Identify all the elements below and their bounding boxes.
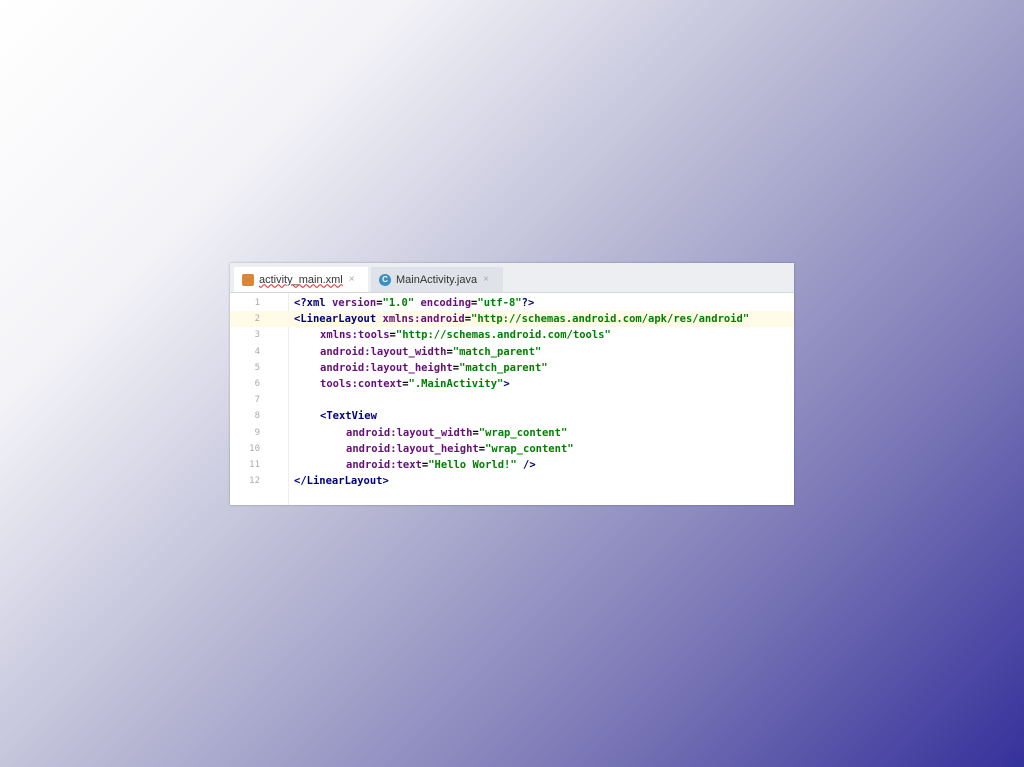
code-token: version	[331, 297, 377, 309]
line-number: 5	[254, 362, 260, 373]
code-area[interactable]: 1 <?xml version="1.0" encoding="utf-8"?> 2…	[230, 295, 794, 489]
code-token: xmlns:tools	[320, 329, 390, 342]
line-number: 4	[254, 346, 260, 357]
xml-file-icon	[242, 273, 254, 286]
code-token: "utf-8"	[477, 297, 522, 309]
editor-tab-bar: activity_main.xml × C MainActivity.java …	[230, 263, 794, 293]
code-editor-screenshot: activity_main.xml × C MainActivity.java …	[230, 263, 794, 505]
code-text: xmlns:tools="http://schemas.android.com/…	[320, 327, 611, 343]
code-token: android:layout_height	[346, 442, 479, 455]
code-text: <TextView	[320, 408, 377, 424]
close-icon[interactable]: ×	[349, 274, 355, 285]
code-text: <LinearLayout xmlns:android="http://sche…	[294, 311, 749, 327]
code-token: android:layout_width	[320, 345, 447, 358]
code-token: ".MainActivity"	[408, 377, 504, 390]
code-text: android:layout_width="match_parent"	[320, 344, 541, 360]
code-token: "match_parent"	[452, 345, 542, 358]
code-token: ?>	[521, 297, 535, 309]
code-line: 9 android:layout_width="wrap_content"	[230, 425, 794, 441]
code-token: <?xml	[294, 297, 332, 309]
code-line: 7	[230, 392, 794, 408]
code-token: android:layout_width	[346, 426, 473, 439]
code-token: >	[503, 377, 510, 390]
code-token: "wrap_content"	[485, 442, 574, 455]
code-line: 5 android:layout_height="match_parent"	[230, 360, 794, 376]
line-number: 2	[254, 314, 260, 325]
code-token: encoding	[420, 297, 472, 309]
line-number: 6	[254, 378, 260, 389]
tab-main-activity-java[interactable]: C MainActivity.java ×	[371, 267, 503, 292]
code-token: <LinearLayout	[294, 313, 383, 326]
code-token: xmlns:android	[382, 313, 465, 326]
code-text: android:text="Hello World!" />	[346, 457, 536, 473]
code-line: 4 android:layout_width="match_parent"	[230, 344, 794, 360]
code-token: "match_parent"	[459, 361, 548, 374]
line-number: 11	[249, 459, 260, 470]
code-token: "http://schemas.android.com/apk/res/andr…	[471, 313, 750, 326]
code-text: </LinearLayout>	[294, 473, 389, 489]
code-line: 2 <LinearLayout xmlns:android="http://sch…	[230, 311, 794, 328]
code-token: "1.0"	[382, 297, 421, 309]
line-number: 7	[254, 395, 260, 406]
line-number: 9	[254, 427, 260, 438]
line-number: 1	[254, 298, 260, 308]
code-line: 8 <TextView	[230, 408, 794, 424]
code-token: tools:context	[320, 377, 403, 390]
code-text: android:layout_width="wrap_content"	[346, 425, 567, 441]
line-number: 10	[249, 443, 260, 454]
code-token: android:layout_height	[320, 361, 453, 374]
code-text: <?xml version="1.0" encoding="utf-8"?>	[294, 295, 534, 311]
code-line: 6 tools:context=".MainActivity">	[230, 376, 794, 392]
tab-activity-main-xml[interactable]: activity_main.xml ×	[234, 267, 368, 292]
code-token: />	[516, 458, 536, 471]
code-token: "Hello World!"	[428, 458, 517, 471]
code-text: android:layout_height="wrap_content"	[346, 441, 574, 457]
code-text: android:layout_height="match_parent"	[320, 360, 548, 376]
code-token: "http://schemas.android.com/tools"	[395, 329, 611, 342]
code-text: tools:context=".MainActivity">	[320, 376, 510, 392]
code-line: 11 android:text="Hello World!" />	[230, 457, 794, 473]
tab-label: MainActivity.java	[396, 273, 478, 286]
code-token: </LinearLayout>	[294, 475, 389, 488]
code-line: 12 </LinearLayout>	[230, 473, 794, 489]
code-token: "wrap_content"	[478, 426, 568, 439]
code-token: <TextView	[320, 410, 377, 423]
line-number: 3	[254, 330, 260, 341]
code-line: 10 android:layout_height="wrap_content"	[230, 441, 794, 457]
line-number: 8	[254, 411, 260, 422]
java-class-icon: C	[379, 273, 391, 286]
line-number: 12	[249, 476, 260, 487]
code-line: 3 xmlns:tools="http://schemas.android.com…	[230, 327, 794, 343]
code-token: android:text	[346, 458, 422, 471]
code-line: 1 <?xml version="1.0" encoding="utf-8"?>	[230, 295, 794, 311]
close-icon[interactable]: ×	[483, 274, 489, 285]
tab-label: activity_main.xml	[259, 273, 343, 286]
